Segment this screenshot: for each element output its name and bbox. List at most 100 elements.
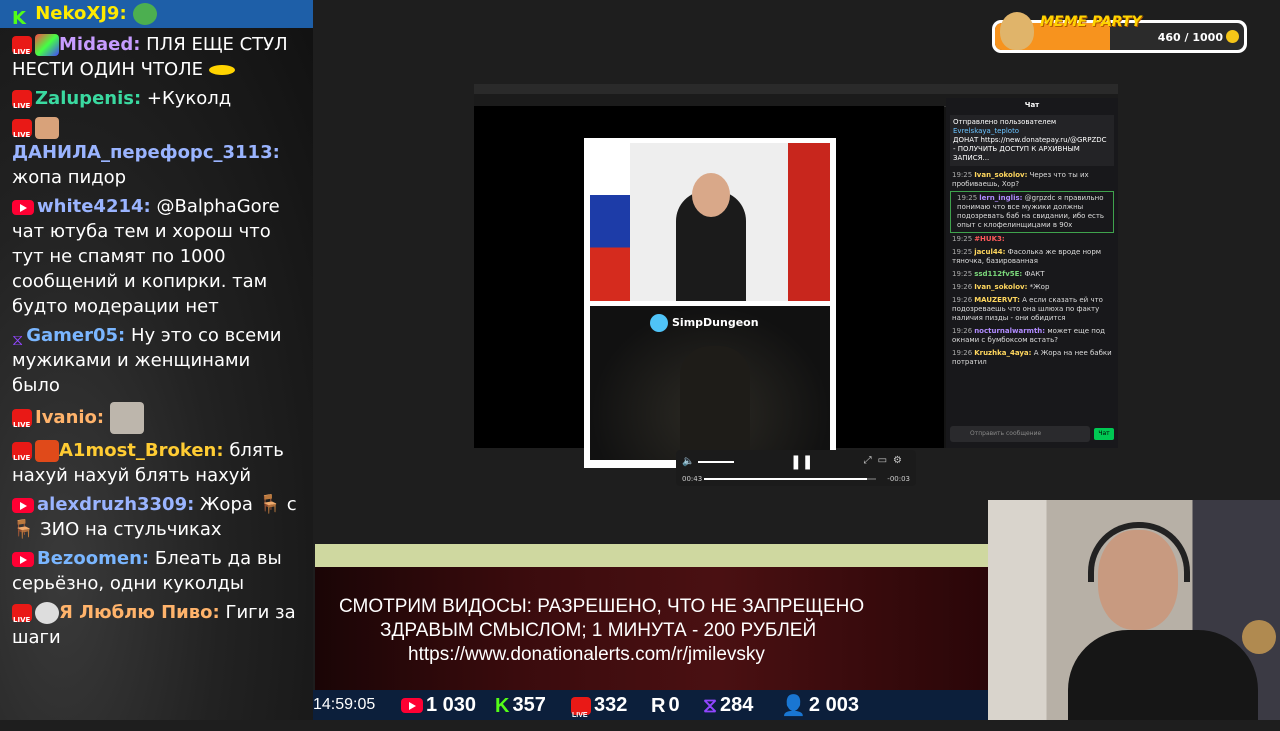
browser-tabs[interactable] — [474, 84, 1118, 94]
chat-user: Ivan_sokolov: — [974, 283, 1028, 291]
chat-time: 19:25 — [952, 270, 973, 278]
frog-emote-icon — [132, 3, 157, 25]
speaker-head — [692, 173, 730, 217]
chat-user: nocturnalwarmth: — [974, 327, 1046, 335]
youtube-viewers: 1 030 — [401, 690, 476, 720]
info-line-2: ЗДРАВЫМ СМЫСЛОМ; 1 МИНУТА - 200 РУБЛЕЙ — [380, 620, 817, 641]
volume-icon[interactable]: 🔈 — [682, 456, 694, 467]
total-count: 2 003 — [808, 694, 859, 716]
chat-text: *Жор — [1029, 283, 1050, 291]
live-icon — [12, 90, 32, 119]
video-bottom-panel: SimpDungeon — [590, 306, 830, 460]
youtube-count: 1 030 — [426, 694, 477, 716]
chat-message: A1most_Broken: блять нахуй нахуй блять н… — [0, 438, 313, 488]
youtube-icon — [12, 551, 34, 567]
meme-party-title: MEME PARTY — [1040, 14, 1142, 30]
emote-icon — [35, 602, 59, 624]
chat-message: ДАНИЛА_перефорс_3113: жопа пидор — [0, 115, 313, 190]
chat-message: Bezoomen: Блеать да вы серьёзно, одни ку… — [0, 546, 313, 596]
youtube-icon — [12, 199, 34, 215]
stream-chat-input[interactable]: Отправить сообщение — [950, 426, 1090, 442]
chat-message: ⧖ Gamer05: Ну это со всеми мужиками и жен… — [0, 323, 313, 398]
video-frame[interactable]: SimpDungeon — [584, 138, 836, 468]
user-icon: 👤 — [781, 694, 806, 717]
vk-count: 332 — [594, 694, 628, 716]
chat-time: 19:26 — [952, 349, 973, 357]
stream-chat-line: 19:26 MAUZERVT: А если сказать ей что под… — [946, 294, 1118, 325]
channel-logo: SimpDungeon — [650, 314, 759, 332]
chat-message: alexdruzh3309: Жора 🪑 с 🪑 ЗИО на стульчи… — [0, 492, 313, 542]
doge-icon — [1000, 12, 1034, 50]
chat-message: Zalupenis: +Куколд — [0, 86, 313, 119]
donation-link[interactable]: https://www.donationalerts.com/r/jmilevs… — [408, 643, 765, 667]
trovo-viewers: ⧖ 284 — [703, 690, 753, 721]
chat-user: lern_inglis: — [979, 194, 1023, 202]
chat-time: 19:25 — [952, 235, 973, 243]
kick-icon: K — [495, 694, 510, 717]
masked-figure — [680, 346, 750, 460]
emote-icon — [35, 34, 59, 56]
stream-chat-line: 19:26 Ivan_sokolov: *Жор — [946, 281, 1118, 294]
emote-icon — [208, 65, 235, 75]
video-progress-fill — [704, 478, 868, 480]
stream-chat-line: 19:25 lern_inglis: @grpzdc я правильно по… — [950, 191, 1114, 233]
player-extra-icons[interactable]: ⤢▭⚙ — [864, 455, 908, 466]
globe-icon — [1242, 620, 1276, 654]
chat-message: Я Люблю Пиво: Гиги за шаги — [0, 600, 313, 650]
emote-icon — [35, 440, 59, 462]
kick-viewers: K 357 — [495, 690, 546, 721]
chat-username: Bezoomen: — [37, 548, 150, 569]
chat-message: white4214: @BalphaGore чат ютуба тем и х… — [0, 194, 313, 319]
rutube-icon: R — [651, 694, 666, 717]
chat-username: white4214: — [37, 196, 151, 217]
live-icon — [12, 119, 32, 148]
chat-user: Kruzhka_4aya: — [974, 349, 1032, 357]
donation-info: СМОТРИМ ВИДОСЫ: РАЗРЕШЕНО, ЧТО НЕ ЗАПРЕЩ… — [315, 567, 988, 690]
chat-username: ДАНИЛА_перефорс_3113: — [12, 142, 280, 163]
chat-user: jacul44: — [974, 248, 1006, 256]
live-icon — [12, 36, 32, 65]
chat-message: Midaed: ПЛЯ ЕЩЕ СТУЛ НЕСТИ ОДИН ЧТОЛЕ — [0, 32, 313, 82]
chat-username: Ivanio: — [35, 407, 105, 428]
channel-logo-icon — [650, 314, 668, 332]
avatar-icon — [35, 117, 59, 139]
kick-count: 357 — [512, 694, 546, 716]
chat-time: 19:26 — [952, 296, 973, 304]
rutube-viewers: R0 — [651, 690, 680, 721]
total-viewers: 👤 2 003 — [781, 690, 859, 721]
video-progress-bar[interactable] — [704, 478, 876, 480]
chat-username: Midaed: — [59, 34, 141, 55]
chat-time: 19:26 — [952, 283, 973, 291]
chat-user: ssd112fv5E: — [974, 270, 1023, 278]
stream-chat-send-button[interactable]: Чат — [1094, 428, 1114, 440]
pause-icon[interactable]: ❚❚ — [790, 454, 813, 470]
vk-viewers: 332 — [571, 690, 628, 731]
video-player-controls: 🔈 ❚❚ ⤢▭⚙ 00:43 -00:03 — [676, 450, 916, 486]
russian-flag — [590, 143, 630, 301]
pinned-message[interactable]: Отправлено пользователем Evrelskaya_tepl… — [950, 115, 1114, 166]
image-emote-icon — [109, 402, 144, 434]
chat-username: Zalupenis: — [35, 88, 142, 109]
meme-party-count: 460 / 1000 — [1157, 31, 1223, 44]
chat-time: 19:25 — [952, 248, 973, 256]
browser-window: SimpDungeon Чат Отправлено пользователем… — [474, 84, 1118, 468]
chat-text: жопа пидор — [12, 167, 127, 188]
chat-username: Я Люблю Пиво: — [59, 602, 220, 623]
stream-chat-line: 19:26 nocturnalwarmth: может еще под окна… — [946, 325, 1118, 347]
green-banner — [315, 544, 988, 567]
chat-user: MAUZERVT: — [974, 296, 1020, 304]
chat-time: 19:25 — [957, 194, 978, 202]
rutube-count: 0 — [668, 694, 680, 716]
chat-username: Gamer05: — [26, 325, 126, 346]
volume-slider[interactable] — [698, 461, 734, 463]
trovo-count: 284 — [720, 694, 754, 716]
stream-chat-line: 19:25 Ivan_sokolov: Через что ты их проби… — [946, 169, 1118, 191]
kick-icon: K — [12, 8, 26, 29]
chat-user: #HUK3: — [974, 235, 1005, 243]
trovo-icon: ⧖ — [12, 330, 24, 349]
time-elapsed: 00:43 — [682, 475, 703, 483]
vk-live-icon — [571, 696, 591, 731]
chat-top-message: K NekoXJ9: — [0, 0, 313, 29]
pinned-user: Evrelskaya_teploto — [953, 127, 1020, 135]
meme-party-widget: MEME PARTY 460 / 1000 — [992, 12, 1247, 53]
